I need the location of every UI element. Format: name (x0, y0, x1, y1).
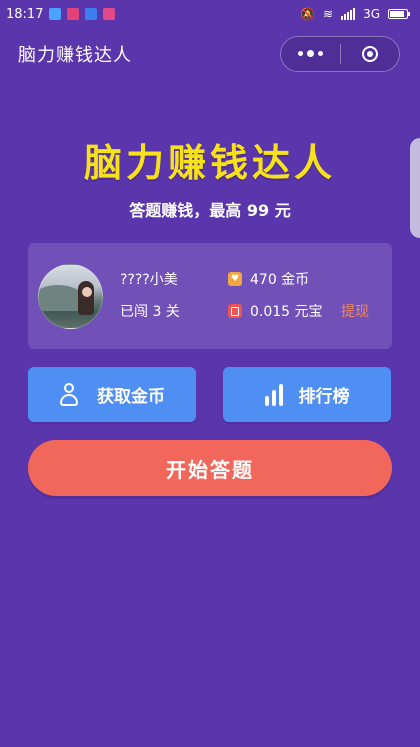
yuan-stat: 0.015 元宝 (228, 301, 323, 321)
get-coins-button[interactable]: 获取金币 (28, 367, 196, 422)
signal-icon (341, 8, 356, 20)
close-button[interactable] (341, 37, 400, 71)
user-level: 已闯 3 关 (120, 304, 180, 320)
user-name: ????小美 (120, 272, 178, 288)
get-coins-label: 获取金币 (97, 387, 165, 407)
network-type: 3G (363, 7, 380, 21)
action-buttons: 获取金币 排行榜 (28, 367, 391, 422)
start-quiz-label: 开始答题 (166, 457, 254, 482)
yuan-value: 0.015 元宝 (250, 304, 323, 320)
ingot-icon (228, 304, 242, 318)
user-info-card: ????小美 已闯 3 关 ♥ 470 金币 0.015 元宝 提现 (28, 243, 392, 349)
status-right: 🔕 ≋ 3G (300, 7, 410, 21)
leaderboard-label: 排行榜 (298, 387, 350, 407)
bar-chart-icon (264, 383, 283, 406)
target-circle-icon (361, 46, 378, 62)
coin-icon: ♥ (228, 272, 242, 286)
hero-subtitle: 答题赚钱，最高 99 元 (129, 201, 291, 220)
hero-title: 脑力赚钱达人 (83, 141, 336, 185)
notification-app-icon (67, 8, 80, 20)
wifi-icon: ≋ (323, 7, 334, 21)
status-time: 18:17 (6, 6, 44, 22)
mini-program-capsule (280, 36, 400, 72)
leaderboard-button[interactable]: 排行榜 (223, 367, 391, 422)
more-dots-icon (297, 50, 323, 57)
status-bar: 18:17 🔕 ≋ 3G (0, 0, 420, 28)
avatar (38, 264, 103, 329)
more-button[interactable] (281, 37, 340, 71)
navbar: 脑力赚钱达人 (0, 28, 420, 80)
user-icon (59, 382, 81, 407)
coins-value: 470 金币 (250, 272, 310, 288)
chat-app-icon (49, 8, 62, 20)
mute-icon: 🔕 (300, 7, 315, 21)
status-left: 18:17 (6, 6, 116, 22)
withdraw-link[interactable]: 提现 (341, 301, 369, 321)
start-quiz-button[interactable]: 开始答题 (28, 440, 392, 496)
game-app-icon (103, 8, 116, 20)
message-app-icon (85, 8, 98, 20)
battery-icon (388, 9, 410, 19)
coins-stat: ♥ 470 金币 (228, 269, 309, 289)
side-floating-tab[interactable] (410, 138, 420, 238)
nav-title: 脑力赚钱达人 (18, 45, 132, 66)
